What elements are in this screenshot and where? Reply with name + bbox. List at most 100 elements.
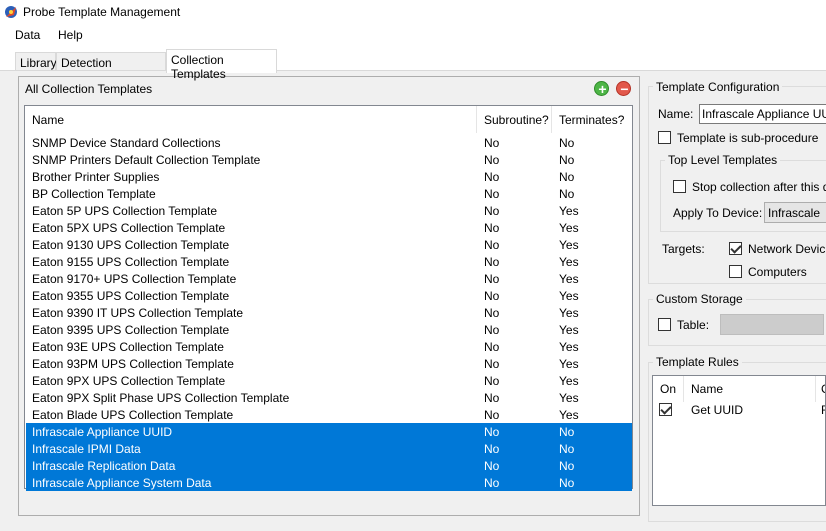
plus-circle-icon[interactable]: + [594, 81, 609, 97]
template-name-cell: Infrascale Appliance System Data [32, 476, 212, 490]
tab-detection-templates[interactable]: Detection Templates [56, 52, 166, 84]
subroutine-cell: No [484, 425, 500, 439]
terminates-cell: Yes [559, 391, 579, 405]
table-row[interactable]: Eaton 9PX UPS Collection Template No Yes [26, 372, 632, 389]
panel-title: All Collection Templates [25, 82, 153, 96]
subroutine-cell: No [484, 340, 500, 354]
subroutine-cell: No [484, 323, 500, 337]
template-name-cell: Eaton 93PM UPS Collection Template [32, 357, 234, 371]
table-row[interactable]: Infrascale Appliance System Data No No [26, 474, 632, 491]
table-row[interactable]: SNMP Printers Default Collection Templat… [26, 151, 632, 168]
stop-collection-checkbox[interactable] [673, 180, 686, 193]
column-header-subroutine[interactable]: Subroutine? [477, 106, 552, 133]
rule-name[interactable]: Get UUID [691, 403, 743, 417]
terminates-cell: Yes [559, 238, 579, 252]
table-row[interactable]: Eaton 9390 IT UPS Collection Template No Y… [26, 304, 632, 321]
table-checkbox[interactable] [658, 318, 671, 331]
template-name-cell: BP Collection Template [32, 187, 156, 201]
template-name-cell: Eaton 9390 IT UPS Collection Template [32, 306, 244, 320]
tab-strip: Library Detection Templates Collection T… [0, 46, 826, 84]
terminates-cell: Yes [559, 340, 579, 354]
template-name-cell: SNMP Printers Default Collection Templat… [32, 153, 261, 167]
table-row[interactable]: Brother Printer Supplies No No [26, 168, 632, 185]
tab-collection-templates[interactable]: Collection Templates [166, 49, 277, 81]
table-row[interactable]: Eaton 5PX UPS Collection Template No Yes [26, 219, 632, 236]
template-name-cell: Eaton 9PX UPS Collection Template [32, 374, 226, 388]
column-header-terminates[interactable]: Terminates? [552, 106, 632, 133]
template-rules-title: Template Rules [653, 355, 742, 369]
menu-data[interactable]: Data [15, 28, 40, 42]
rules-column-on[interactable]: On [660, 382, 676, 396]
targets-label: Targets: [662, 242, 705, 256]
target-network-devices-checkbox[interactable] [729, 242, 742, 255]
table-row[interactable]: Eaton 9155 UPS Collection Template No Yes [26, 253, 632, 270]
name-label: Name: [658, 107, 694, 121]
rules-column-divider [815, 376, 816, 402]
subroutine-cell: No [484, 408, 500, 422]
subroutine-cell: No [484, 289, 500, 303]
table-row[interactable]: Eaton 9395 UPS Collection Template No Yes [26, 321, 632, 338]
probe-app-icon [5, 6, 17, 18]
tab-library[interactable]: Library [15, 52, 57, 72]
template-name-cell: Eaton 93E UPS Collection Template [32, 340, 224, 354]
terminates-cell: Yes [559, 289, 579, 303]
window-title: Probe Template Management [23, 5, 181, 19]
rules-column-divider [683, 376, 684, 402]
terminates-cell: No [559, 170, 575, 184]
subroutine-cell: No [484, 153, 500, 167]
rules-column-name[interactable]: Name [691, 382, 723, 396]
template-name-cell: Eaton 9395 UPS Collection Template [32, 323, 230, 337]
table-row[interactable]: Eaton 93PM UPS Collection Template No Yes [26, 355, 632, 372]
subroutine-cell: No [484, 391, 500, 405]
column-header-name[interactable]: Name [25, 106, 477, 133]
table-row[interactable]: Infrascale Replication Data No No [26, 457, 632, 474]
template-name-cell: Eaton 9PX Split Phase UPS Collection Tem… [32, 391, 290, 405]
menu-bar: Data Help [0, 24, 826, 46]
subroutine-cell: No [484, 442, 500, 456]
terminates-cell: Yes [559, 204, 579, 218]
subroutine-cell: No [484, 170, 500, 184]
template-name-cell: Infrascale Appliance UUID [32, 425, 173, 439]
table-row[interactable]: Eaton 9355 UPS Collection Template No Yes [26, 287, 632, 304]
table-row[interactable]: Eaton Blade UPS Collection Template No Yes [26, 406, 632, 423]
apply-to-device-label: Apply To Device: [673, 206, 763, 220]
template-name-cell: Eaton 9155 UPS Collection Template [32, 255, 230, 269]
sub-procedure-checkbox[interactable] [658, 131, 671, 144]
title-bar: Probe Template Management [0, 0, 826, 24]
template-name-cell: Eaton 5P UPS Collection Template [32, 204, 217, 218]
rule-on-checkbox[interactable] [659, 403, 672, 416]
subroutine-cell: No [484, 204, 500, 218]
subroutine-cell: No [484, 255, 500, 269]
table-row[interactable]: Eaton 93E UPS Collection Template No Yes [26, 338, 632, 355]
menu-help[interactable]: Help [58, 28, 83, 42]
table-row[interactable]: Infrascale Appliance UUID No No [26, 423, 632, 440]
target-network-devices-label: Network Devic [748, 242, 826, 256]
table-input [720, 314, 824, 335]
target-computers-checkbox[interactable] [729, 265, 742, 278]
table-row[interactable]: Eaton 5P UPS Collection Template No Yes [26, 202, 632, 219]
rules-column-extra[interactable]: C [821, 382, 825, 396]
apply-to-device-select[interactable]: Infrascale [764, 202, 826, 223]
templates-list[interactable]: Name Subroutine? Terminates? SNMP Device… [24, 105, 633, 491]
table-row[interactable]: Infrascale IPMI Data No No [26, 440, 632, 457]
template-name-cell: Brother Printer Supplies [32, 170, 160, 184]
terminates-cell: No [559, 476, 575, 490]
subroutine-cell: No [484, 476, 500, 490]
template-name-cell: Eaton 5PX UPS Collection Template [32, 221, 226, 235]
rule-extra: F [821, 403, 825, 417]
table-row[interactable]: Eaton 9PX Split Phase UPS Collection Tem… [26, 389, 632, 406]
minus-circle-icon[interactable]: − [616, 81, 631, 97]
template-rules-list[interactable]: On Name C Get UUID F [652, 375, 826, 506]
terminates-cell: Yes [559, 221, 579, 235]
terminates-cell: Yes [559, 374, 579, 388]
table-row[interactable]: Eaton 9130 UPS Collection Template No Yes [26, 236, 632, 253]
table-row[interactable]: Eaton 9170+ UPS Collection Template No Yes [26, 270, 632, 287]
subroutine-cell: No [484, 374, 500, 388]
table-row[interactable]: SNMP Device Standard Collections No No [26, 134, 632, 151]
terminates-cell: Yes [559, 255, 579, 269]
target-computers-label: Computers [748, 265, 807, 279]
template-name-cell: SNMP Device Standard Collections [32, 136, 221, 150]
top-level-templates-title: Top Level Templates [665, 153, 781, 167]
table-row[interactable]: BP Collection Template No No [26, 185, 632, 202]
name-input[interactable]: Infrascale Appliance UUID [699, 104, 826, 124]
